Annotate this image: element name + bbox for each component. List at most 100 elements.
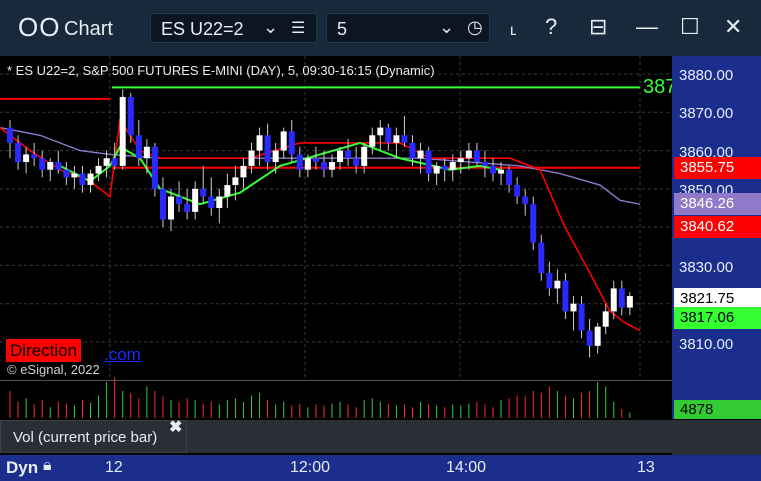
candle-body [208, 196, 215, 208]
candle-body [417, 150, 424, 159]
candle-body [280, 131, 287, 151]
candle-body [586, 330, 593, 346]
volume-tag: 4878 [674, 400, 761, 419]
candle-body [55, 162, 62, 170]
candle-body [216, 196, 223, 208]
direction-link[interactable]: .com [104, 345, 141, 365]
candle-body [15, 142, 22, 163]
candle-body [127, 96, 134, 136]
candle-body [87, 173, 94, 186]
candle-body [522, 196, 529, 205]
candle-body [409, 142, 416, 159]
candle-body [433, 165, 440, 174]
volume-legend: Vol (current price bar) [0, 420, 187, 453]
candle-body [248, 150, 255, 166]
candle-body [401, 135, 408, 143]
candle-body [602, 311, 609, 327]
candle-body [457, 158, 464, 163]
dyn-label[interactable]: Dyn [6, 458, 38, 478]
candle-body [304, 158, 311, 170]
candle-body [626, 296, 633, 308]
axis-tick: 3830.00 [679, 259, 734, 276]
candle-body [329, 162, 335, 170]
candle-body [393, 135, 400, 143]
candle-body [39, 158, 46, 170]
candle-body [425, 150, 432, 174]
axis-tick: 3880.00 [679, 67, 734, 84]
candle-body [192, 188, 199, 212]
candle-body [369, 135, 376, 147]
candle-body [151, 146, 158, 189]
axis-tick: 3870.00 [679, 105, 734, 122]
time-tick: 12 [105, 459, 123, 476]
candle-body [594, 326, 601, 346]
candle-body [465, 150, 472, 159]
candle-body [610, 288, 617, 312]
close-icon[interactable]: ✖ [169, 417, 182, 437]
candle-body [490, 165, 496, 174]
candle-body [240, 165, 247, 178]
indicator-line [59, 141, 501, 206]
candle-body [135, 135, 142, 159]
indicator-line [0, 117, 641, 332]
candle-body [562, 280, 569, 312]
axis-tick: 3810.00 [679, 336, 734, 353]
candle-body [538, 242, 545, 274]
candle-body [514, 185, 521, 197]
candle-body [546, 273, 553, 289]
candle-body [353, 158, 360, 166]
candle-body [184, 204, 191, 212]
candle-body [47, 162, 54, 170]
candle-body [176, 196, 183, 205]
price-tag-red: 3855.75 [674, 157, 761, 179]
lock-icon[interactable]: 🔒︎ [43, 457, 52, 475]
candle-body [224, 185, 231, 197]
candle-body [79, 173, 86, 186]
price-tag-purple: 3846.26 [674, 193, 761, 215]
time-tick: 14:00 [446, 459, 487, 476]
candle-body [23, 154, 30, 163]
candle-body [31, 154, 38, 159]
candle-body [337, 150, 344, 163]
candle-body [7, 127, 13, 143]
candle-body [256, 135, 263, 151]
candle-body [95, 165, 102, 174]
candle-body [498, 169, 505, 174]
candle-body [143, 146, 150, 159]
volume-legend-text: Vol (current price bar) [13, 429, 158, 446]
candle-body [312, 158, 319, 163]
candle-body [570, 303, 577, 312]
price-tag-red2: 3840.62 [674, 216, 761, 238]
copyright: © eSignal, 2022 [7, 362, 100, 377]
candle-body [530, 204, 537, 243]
candle-body [320, 162, 327, 170]
candle-body [71, 173, 78, 178]
candle-body [288, 131, 295, 155]
candle-body [361, 146, 368, 166]
panel-spacer [187, 420, 672, 453]
candle-body [119, 96, 126, 166]
candle-body [377, 127, 384, 136]
candle-body [481, 162, 488, 166]
candle-body [385, 127, 392, 143]
candle-body [264, 135, 271, 163]
candle-body [111, 158, 118, 166]
candle-body [103, 158, 110, 166]
candle-body [345, 150, 352, 159]
candle-body [618, 288, 625, 308]
candle-body [578, 303, 585, 331]
panel-spacer [672, 420, 761, 455]
candle-body [441, 165, 448, 170]
candle-body [200, 188, 207, 197]
candle-body [63, 169, 70, 178]
candle-body [506, 169, 513, 186]
candle-body [449, 162, 456, 170]
candle-body [272, 150, 279, 163]
time-tick: 13 [637, 459, 655, 476]
time-axis[interactable]: Dyn 🔒︎ 12 12:00 14:00 13 [0, 455, 761, 481]
candle-body [168, 196, 174, 220]
candle-body [554, 280, 561, 289]
candle-body [296, 154, 303, 170]
chart-header: * ES U22=2, S&P 500 FUTURES E-MINI (DAY)… [7, 63, 435, 78]
candle-body [473, 150, 480, 163]
